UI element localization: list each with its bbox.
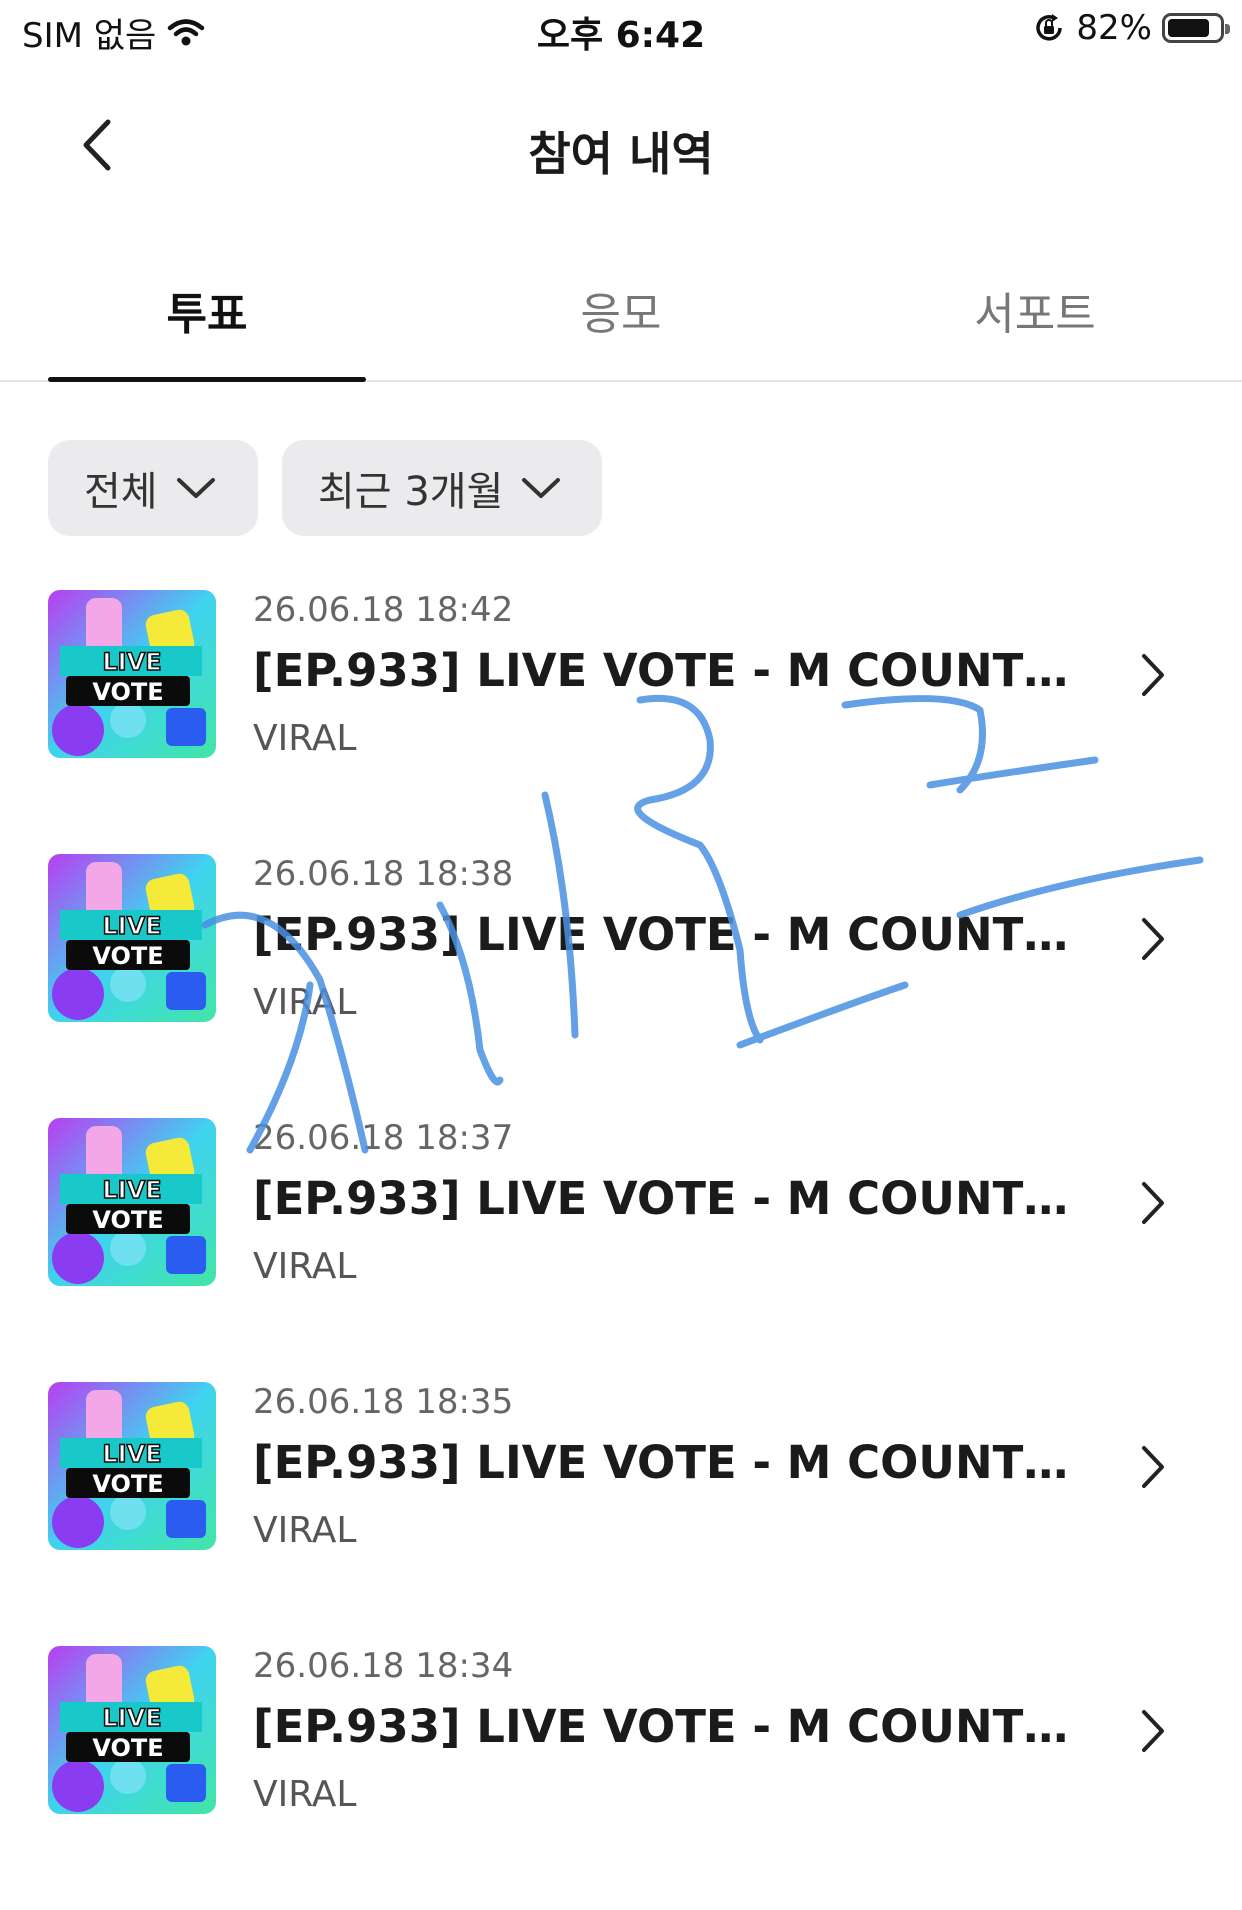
svg-text:VOTE: VOTE: [92, 1206, 163, 1234]
list-item[interactable]: LIVE VOTE 26.06.18 18:42 [EP.933] LIVE V…: [0, 590, 1242, 854]
filter-period-dropdown[interactable]: 최근 3개월: [282, 440, 602, 536]
tab-vote[interactable]: 투표: [0, 278, 414, 342]
svg-text:VOTE: VOTE: [92, 678, 163, 706]
status-bar: SIM 없음 오후 6:42 82%: [0, 0, 1242, 62]
list-item[interactable]: LIVE VOTE 26.06.18 18:35 [EP.933] LIVE V…: [0, 1382, 1242, 1646]
live-vote-thumbnail-art: LIVE VOTE: [48, 1646, 216, 1814]
chevron-right-icon: [1142, 918, 1164, 960]
item-title: [EP.933] LIVE VOTE - M COUNTDO...: [253, 644, 1093, 697]
vote-history-list: LIVE VOTE 26.06.18 18:42 [EP.933] LIVE V…: [0, 590, 1242, 1910]
item-subtitle: VIRAL: [253, 1246, 357, 1287]
item-subtitle: VIRAL: [253, 1774, 357, 1815]
nav-header: 참여 내역: [0, 90, 1242, 200]
svg-text:VOTE: VOTE: [92, 1470, 163, 1498]
item-title: [EP.933] LIVE VOTE - M COUNTDO...: [253, 1436, 1093, 1489]
page-title: 참여 내역: [528, 127, 714, 181]
chevron-down-icon: [176, 478, 215, 498]
item-title: [EP.933] LIVE VOTE - M COUNTDO...: [253, 908, 1093, 961]
chevron-down-icon: [522, 478, 561, 498]
svg-text:LIVE: LIVE: [102, 912, 161, 940]
item-title: [EP.933] LIVE VOTE - M COUNTDO...: [253, 1700, 1093, 1753]
chevron-right-icon: [1142, 654, 1164, 696]
filter-bar: 전체 최근 3개월: [48, 440, 602, 536]
item-date: 26.06.18 18:34: [253, 1646, 514, 1686]
battery-fill: [1168, 19, 1209, 37]
tab-support[interactable]: 서포트: [828, 278, 1242, 342]
item-subtitle: VIRAL: [253, 718, 357, 759]
tab-bar: 투표 응모 서포트: [0, 258, 1242, 382]
svg-text:LIVE: LIVE: [102, 1176, 161, 1204]
live-vote-thumbnail-art: LIVE VOTE: [48, 854, 216, 1022]
battery-percent: 82%: [1076, 8, 1152, 48]
item-thumbnail: LIVE VOTE: [48, 854, 216, 1022]
item-subtitle: VIRAL: [253, 1510, 357, 1551]
list-item[interactable]: LIVE VOTE 26.06.18 18:37 [EP.933] LIVE V…: [0, 1118, 1242, 1382]
live-vote-thumbnail-art: LIVE VOTE: [48, 590, 216, 758]
chevron-right-icon: [1142, 1182, 1164, 1224]
filter-category-label: 전체: [84, 469, 158, 515]
status-right: 82%: [1032, 8, 1230, 48]
filter-category-dropdown[interactable]: 전체: [48, 440, 258, 536]
svg-text:LIVE: LIVE: [102, 1440, 161, 1468]
list-item[interactable]: LIVE VOTE 26.06.18 18:34 [EP.933] LIVE V…: [0, 1646, 1242, 1910]
rotation-lock-icon: [1036, 14, 1063, 41]
tab-entry[interactable]: 응모: [414, 278, 828, 342]
item-thumbnail: LIVE VOTE: [48, 1646, 216, 1814]
item-thumbnail: LIVE VOTE: [48, 1118, 216, 1286]
svg-text:VOTE: VOTE: [92, 942, 163, 970]
item-date: 26.06.18 18:42: [253, 590, 514, 630]
item-thumbnail: LIVE VOTE: [48, 590, 216, 758]
svg-text:LIVE: LIVE: [102, 648, 161, 676]
live-vote-thumbnail-art: LIVE VOTE: [48, 1382, 216, 1550]
filter-period-label: 최근 3개월: [318, 469, 504, 515]
item-subtitle: VIRAL: [253, 982, 357, 1023]
svg-text:LIVE: LIVE: [102, 1704, 161, 1732]
item-date: 26.06.18 18:38: [253, 854, 514, 894]
active-tab-indicator: [48, 377, 366, 382]
battery-cap: [1225, 24, 1230, 34]
svg-text:VOTE: VOTE: [92, 1734, 163, 1762]
item-date: 26.06.18 18:35: [253, 1382, 514, 1422]
chevron-right-icon: [1142, 1446, 1164, 1488]
list-item[interactable]: LIVE VOTE 26.06.18 18:38 [EP.933] LIVE V…: [0, 854, 1242, 1118]
live-vote-thumbnail-art: LIVE VOTE: [48, 1118, 216, 1286]
item-date: 26.06.18 18:37: [253, 1118, 514, 1158]
chevron-right-icon: [1142, 1710, 1164, 1752]
item-title: [EP.933] LIVE VOTE - M COUNTDO...: [253, 1172, 1093, 1225]
item-thumbnail: LIVE VOTE: [48, 1382, 216, 1550]
battery-icon: [1162, 13, 1230, 43]
